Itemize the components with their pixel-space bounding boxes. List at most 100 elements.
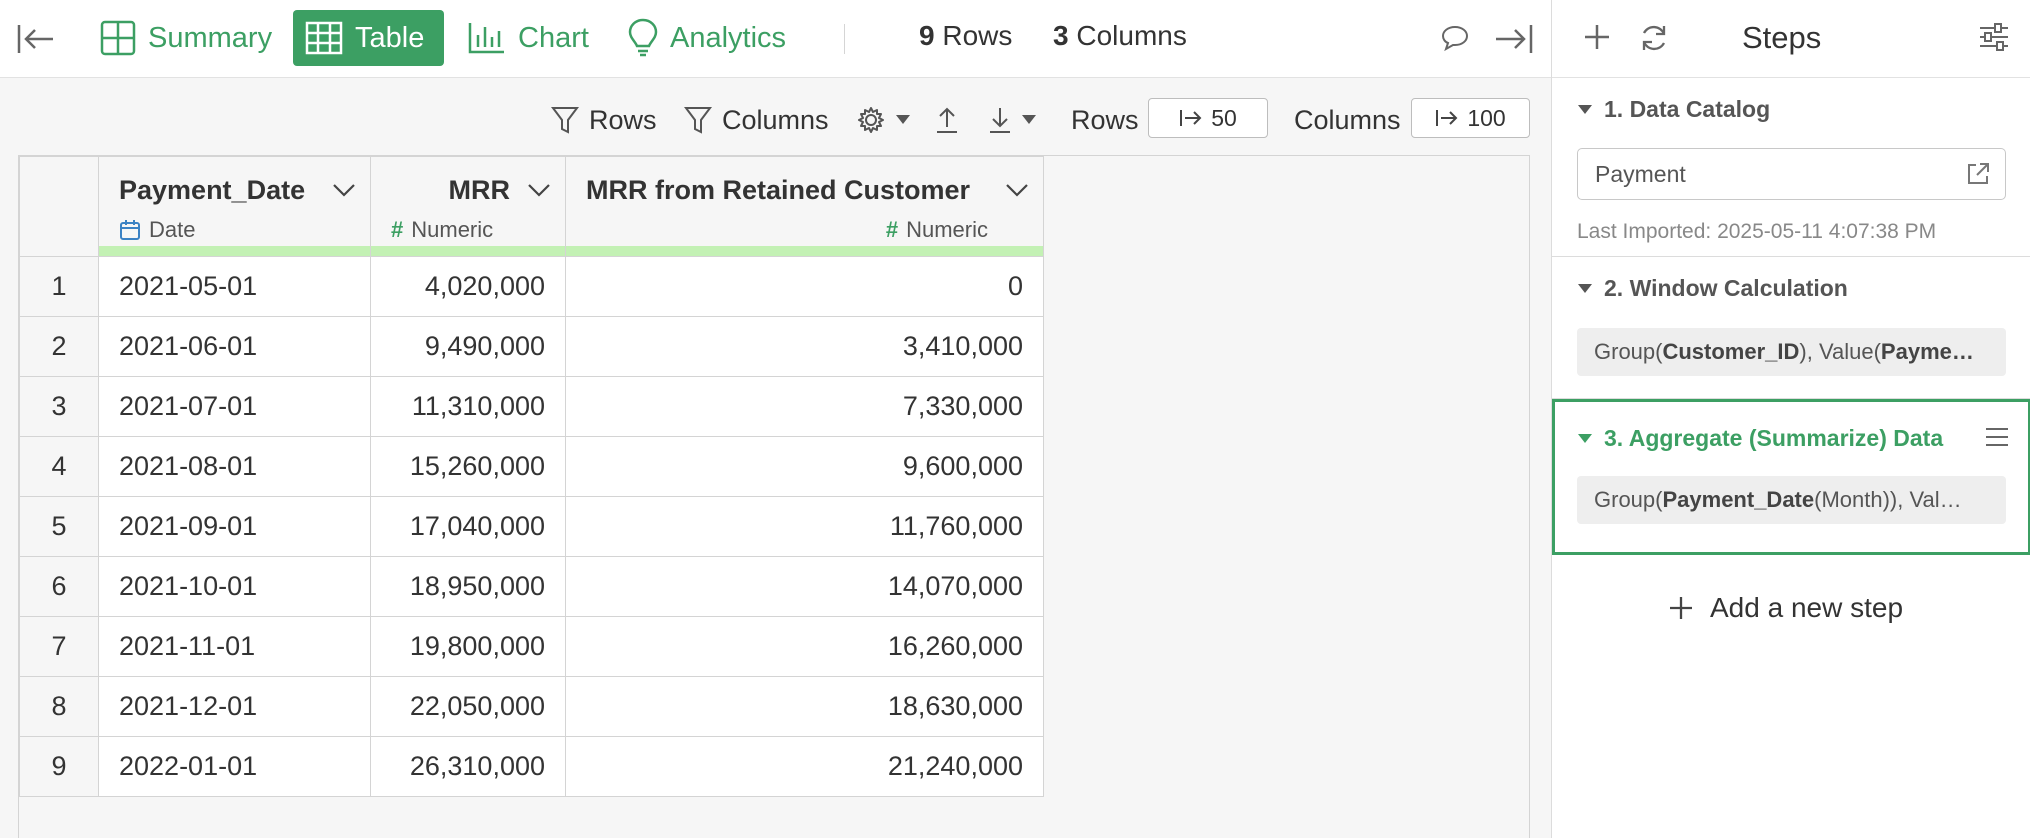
columns-count: 3 Columns: [1053, 20, 1187, 52]
cell-mrr[interactable]: 4,020,000: [370, 256, 566, 317]
step-title[interactable]: 3. Aggregate (Summarize) Data: [1578, 425, 1943, 452]
cell-mrr-retained[interactable]: 3,410,000: [565, 316, 1044, 377]
columns-limit-input[interactable]: 100: [1411, 98, 1530, 138]
columns-limit-value: 100: [1467, 104, 1506, 131]
columns-filter-label: Columns: [722, 104, 829, 135]
hash-icon: #: [885, 217, 899, 242]
gear-icon: [858, 107, 884, 133]
settings-menu-button[interactable]: [856, 100, 920, 140]
caret-down-icon: [1578, 105, 1592, 114]
chevron-down-icon[interactable]: [1005, 183, 1029, 202]
tab-summary[interactable]: Summary: [88, 10, 284, 66]
cell-mrr-retained[interactable]: 16,260,000: [565, 616, 1044, 677]
cell-payment-date[interactable]: 2021-08-01: [98, 436, 371, 497]
cell-mrr-retained[interactable]: 7,330,000: [565, 376, 1044, 437]
cell-mrr[interactable]: 9,490,000: [370, 316, 566, 377]
hamburger-menu-icon[interactable]: [1984, 426, 2010, 453]
collapse-right-icon[interactable]: [1494, 22, 1534, 56]
column-header-payment-date[interactable]: Payment_Date Date: [98, 156, 371, 257]
cell-mrr-retained[interactable]: 0: [565, 256, 1044, 317]
step-aggregate[interactable]: 3. Aggregate (Summarize) Data Group(Paym…: [1552, 399, 2030, 555]
calendar-icon: [120, 220, 140, 240]
tab-analytics-label: Analytics: [670, 21, 787, 54]
sliders-icon[interactable]: [1978, 22, 2010, 57]
column-header-mrr-retained[interactable]: MRR from Retained Customer # Numeric: [565, 156, 1044, 257]
step-summary[interactable]: Group(Customer_ID), Value(Payme…: [1577, 328, 2006, 376]
rows-filter-label: Rows: [589, 104, 657, 135]
cell-mrr[interactable]: 11,310,000: [370, 376, 566, 437]
rows-filter-button[interactable]: Rows: [551, 100, 657, 140]
row-number: 9: [19, 736, 99, 797]
cell-payment-date[interactable]: 2021-12-01: [98, 676, 371, 737]
cell-mrr[interactable]: 15,260,000: [370, 436, 566, 497]
lightbulb-icon: [628, 18, 658, 57]
data-catalog-input[interactable]: Payment: [1577, 148, 2006, 200]
upload-icon: [937, 107, 957, 133]
step-data-catalog[interactable]: 1. Data Catalog Payment Last Imported: 2…: [1552, 78, 2030, 257]
refresh-icon[interactable]: [1638, 22, 1670, 59]
data-grid: Payment_Date Date MRR # Numeric MRR from…: [19, 156, 1044, 797]
cell-mrr-retained[interactable]: 11,760,000: [565, 496, 1044, 557]
cell-payment-date[interactable]: 2021-05-01: [98, 256, 371, 317]
row-number: 4: [19, 436, 99, 497]
column-header-mrr[interactable]: MRR # Numeric: [370, 156, 566, 257]
data-table: Payment_Date Date MRR # Numeric MRR from…: [18, 155, 1530, 838]
cell-mrr[interactable]: 17,040,000: [370, 496, 566, 557]
cell-payment-date[interactable]: 2021-11-01: [98, 616, 371, 677]
top-bar: Summary Table Chart Analytics 9 Rows 3 C…: [0, 0, 1551, 78]
tab-table[interactable]: Table: [293, 10, 444, 66]
step-title[interactable]: 2. Window Calculation: [1578, 275, 1848, 302]
upload-button[interactable]: [935, 100, 969, 140]
step-summary[interactable]: Group(Payment_Date (Month)), Val…: [1577, 476, 2006, 524]
comment-icon[interactable]: [1441, 24, 1469, 52]
row-number: 3: [19, 376, 99, 437]
arrow-to-bar-icon: [1436, 110, 1458, 126]
column-type: Date: [119, 217, 195, 243]
rows-count-label: Rows: [942, 20, 1013, 51]
caret-down-icon: [1022, 115, 1036, 124]
step-window-calculation[interactable]: 2. Window Calculation Group(Customer_ID)…: [1552, 257, 2030, 399]
tab-chart[interactable]: Chart: [456, 10, 601, 66]
summary-field: Payment_Date: [1662, 487, 1815, 512]
row-number: 2: [19, 316, 99, 377]
cell-mrr-retained[interactable]: 18,630,000: [565, 676, 1044, 737]
cell-payment-date[interactable]: 2021-07-01: [98, 376, 371, 437]
cell-mrr[interactable]: 26,310,000: [370, 736, 566, 797]
chevron-down-icon[interactable]: [332, 183, 356, 202]
chevron-down-icon[interactable]: [527, 183, 551, 202]
columns-filter-button[interactable]: Columns: [684, 100, 829, 140]
row-number: 8: [19, 676, 99, 737]
hash-icon: #: [391, 217, 404, 242]
columns-limit-label: Columns: [1294, 100, 1401, 140]
column-type: # Numeric: [886, 217, 988, 243]
download-menu-button[interactable]: [988, 100, 1046, 140]
add-icon[interactable]: [1582, 22, 1612, 57]
cell-payment-date[interactable]: 2021-09-01: [98, 496, 371, 557]
caret-down-icon: [896, 115, 910, 124]
columns-count-label: Columns: [1076, 20, 1187, 51]
cell-payment-date[interactable]: 2021-06-01: [98, 316, 371, 377]
rows-limit-label: Rows: [1071, 100, 1139, 140]
header-row: Payment_Date Date MRR # Numeric MRR from…: [19, 156, 1044, 257]
cell-mrr-retained[interactable]: 14,070,000: [565, 556, 1044, 617]
collapse-left-icon[interactable]: [16, 22, 56, 56]
column-name: MRR: [448, 175, 511, 205]
step-title-text: 3. Aggregate (Summarize) Data: [1604, 425, 1944, 451]
rows-limit-input[interactable]: 50: [1148, 98, 1268, 138]
table-icon: [305, 21, 343, 55]
data-catalog-value: Payment: [1595, 160, 1686, 187]
cell-mrr-retained[interactable]: 9,600,000: [565, 436, 1044, 497]
cell-mrr[interactable]: 22,050,000: [370, 676, 566, 737]
step-title[interactable]: 1. Data Catalog: [1578, 96, 1770, 123]
cell-mrr[interactable]: 18,950,000: [370, 556, 566, 617]
cell-payment-date[interactable]: 2021-10-01: [98, 556, 371, 617]
caret-down-icon: [1578, 284, 1592, 293]
column-name: Payment_Date: [119, 175, 306, 205]
tab-analytics[interactable]: Analytics: [616, 10, 798, 66]
cell-mrr-retained[interactable]: 21,240,000: [565, 736, 1044, 797]
cell-payment-date[interactable]: 2022-01-01: [98, 736, 371, 797]
add-new-step-button[interactable]: Add a new step: [1668, 592, 1903, 624]
external-link-icon[interactable]: [1965, 161, 1991, 193]
filter-icon: [684, 107, 712, 134]
cell-mrr[interactable]: 19,800,000: [370, 616, 566, 677]
